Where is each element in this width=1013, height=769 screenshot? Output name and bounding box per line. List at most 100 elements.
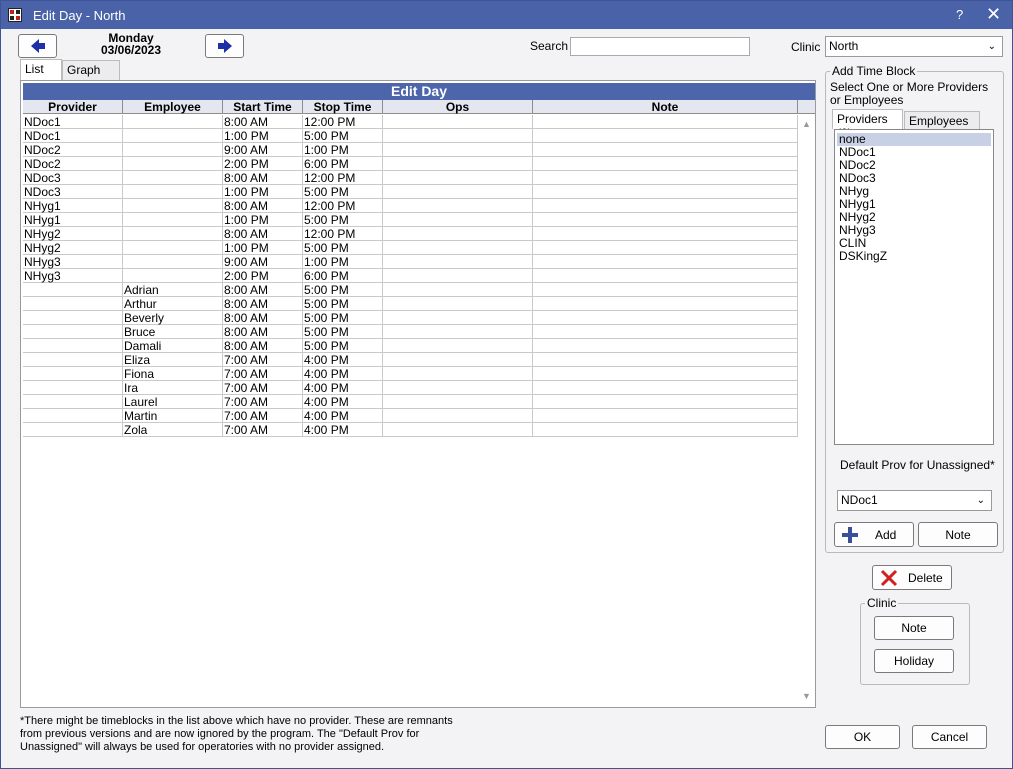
- cell-stop-time: 5:00 PM: [303, 213, 383, 227]
- cancel-button[interactable]: Cancel: [912, 725, 987, 749]
- cell-stop-time: 4:00 PM: [303, 353, 383, 367]
- clinic-note-button[interactable]: Note: [874, 616, 954, 640]
- table-row[interactable]: NDoc3 1:00 PM 5:00 PM: [23, 185, 798, 199]
- cell-note: [533, 185, 798, 199]
- clinic-select[interactable]: North ⌄: [825, 36, 1003, 57]
- table-row[interactable]: Martin 7:00 AM 4:00 PM: [23, 409, 798, 423]
- cell-start-time: 1:00 PM: [223, 241, 303, 255]
- cell-start-time: 8:00 AM: [223, 171, 303, 185]
- add-button-label: Add: [875, 528, 897, 542]
- cell-ops: [383, 381, 533, 395]
- edit-day-window: Edit Day - North ? ✕ Monday 03/06/2023 S…: [0, 0, 1013, 769]
- scroll-up-icon[interactable]: ▲: [802, 119, 811, 129]
- list-item[interactable]: DSKingZ: [837, 250, 991, 263]
- table-row[interactable]: NHyg3 2:00 PM 6:00 PM: [23, 269, 798, 283]
- cell-start-time: 8:00 AM: [223, 339, 303, 353]
- cell-stop-time: 5:00 PM: [303, 185, 383, 199]
- cell-ops: [383, 325, 533, 339]
- provider-listbox[interactable]: none NDoc1 NDoc2 NDoc3 NHyg NHyg1 NHyg2 NHyg3 CL…: [834, 129, 994, 445]
- cell-note: [533, 157, 798, 171]
- table-row[interactable]: NDoc2 9:00 AM 1:00 PM: [23, 143, 798, 157]
- table-row[interactable]: NHyg2 8:00 AM 12:00 PM: [23, 227, 798, 241]
- table-row[interactable]: NDoc1 8:00 AM 12:00 PM: [23, 115, 798, 129]
- grid-scrollbar[interactable]: ▲ ▼: [798, 115, 815, 705]
- cell-employee: [123, 115, 223, 129]
- col-note[interactable]: Note: [533, 100, 798, 114]
- table-row[interactable]: NHyg1 8:00 AM 12:00 PM: [23, 199, 798, 213]
- cell-provider: NHyg3: [23, 255, 123, 269]
- table-row[interactable]: NDoc1 1:00 PM 5:00 PM: [23, 129, 798, 143]
- table-row[interactable]: Damali 8:00 AM 5:00 PM: [23, 339, 798, 353]
- tab-employees[interactable]: Employees (6): [904, 111, 980, 142]
- col-provider[interactable]: Provider: [23, 100, 123, 114]
- cell-stop-time: 12:00 PM: [303, 171, 383, 185]
- table-row[interactable]: Zola 7:00 AM 4:00 PM: [23, 423, 798, 437]
- date-value: 03/06/2023: [100, 43, 162, 57]
- cell-start-time: 2:00 PM: [223, 269, 303, 283]
- cell-provider: NDoc1: [23, 129, 123, 143]
- cell-provider: [23, 311, 123, 325]
- cell-provider: NDoc2: [23, 157, 123, 171]
- close-button[interactable]: ✕: [986, 4, 1001, 25]
- cell-start-time: 8:00 AM: [223, 283, 303, 297]
- table-row[interactable]: Arthur 8:00 AM 5:00 PM: [23, 297, 798, 311]
- table-row[interactable]: Ira 7:00 AM 4:00 PM: [23, 381, 798, 395]
- cell-start-time: 7:00 AM: [223, 353, 303, 367]
- cell-stop-time: 5:00 PM: [303, 129, 383, 143]
- cell-employee: [123, 241, 223, 255]
- previous-day-button[interactable]: [18, 34, 57, 58]
- cell-provider: [23, 367, 123, 381]
- search-input[interactable]: [570, 37, 750, 56]
- next-day-button[interactable]: [205, 34, 244, 58]
- add-button[interactable]: Add: [834, 522, 914, 547]
- delete-button-label: Delete: [908, 571, 943, 585]
- cell-note: [533, 241, 798, 255]
- cell-ops: [383, 227, 533, 241]
- table-row[interactable]: Adrian 8:00 AM 5:00 PM: [23, 283, 798, 297]
- tab-list[interactable]: List: [20, 59, 62, 80]
- help-button[interactable]: ?: [956, 7, 963, 22]
- cell-ops: [383, 213, 533, 227]
- cell-employee: Beverly: [123, 311, 223, 325]
- table-row[interactable]: Bruce 8:00 AM 5:00 PM: [23, 325, 798, 339]
- default-prov-label: Default Prov for Unassigned*: [840, 458, 995, 472]
- tab-graph[interactable]: Graph: [62, 60, 120, 80]
- cell-employee: Zola: [123, 423, 223, 437]
- col-ops[interactable]: Ops: [383, 100, 533, 114]
- cell-note: [533, 143, 798, 157]
- cell-employee: Eliza: [123, 353, 223, 367]
- table-row[interactable]: Fiona 7:00 AM 4:00 PM: [23, 367, 798, 381]
- cell-provider: [23, 381, 123, 395]
- cell-ops: [383, 423, 533, 437]
- table-row[interactable]: NHyg3 9:00 AM 1:00 PM: [23, 255, 798, 269]
- cell-provider: [23, 283, 123, 297]
- tab-providers[interactable]: Providers (0): [832, 109, 903, 140]
- cell-note: [533, 297, 798, 311]
- cell-stop-time: 1:00 PM: [303, 255, 383, 269]
- col-stop-time[interactable]: Stop Time: [303, 100, 383, 114]
- cell-ops: [383, 409, 533, 423]
- scroll-down-icon[interactable]: ▼: [802, 691, 811, 701]
- default-prov-select[interactable]: NDoc1 ⌄: [837, 490, 992, 511]
- table-row[interactable]: NHyg2 1:00 PM 5:00 PM: [23, 241, 798, 255]
- delete-button[interactable]: Delete: [872, 565, 952, 590]
- table-row[interactable]: NDoc2 2:00 PM 6:00 PM: [23, 157, 798, 171]
- table-row[interactable]: NHyg1 1:00 PM 5:00 PM: [23, 213, 798, 227]
- holiday-button[interactable]: Holiday: [874, 649, 954, 673]
- cell-stop-time: 4:00 PM: [303, 395, 383, 409]
- time-block-note-button[interactable]: Note: [918, 522, 998, 547]
- cell-stop-time: 6:00 PM: [303, 269, 383, 283]
- table-row[interactable]: NDoc3 8:00 AM 12:00 PM: [23, 171, 798, 185]
- cell-employee: Adrian: [123, 283, 223, 297]
- window-title: Edit Day - North: [33, 8, 126, 23]
- col-employee[interactable]: Employee: [123, 100, 223, 114]
- ok-button[interactable]: OK: [825, 725, 900, 749]
- cell-ops: [383, 143, 533, 157]
- col-start-time[interactable]: Start Time: [223, 100, 303, 114]
- table-row[interactable]: Laurel 7:00 AM 4:00 PM: [23, 395, 798, 409]
- cell-note: [533, 409, 798, 423]
- table-row[interactable]: Eliza 7:00 AM 4:00 PM: [23, 353, 798, 367]
- table-row[interactable]: Beverly 8:00 AM 5:00 PM: [23, 311, 798, 325]
- cell-note: [533, 423, 798, 437]
- add-time-block-label: Add Time Block: [830, 64, 918, 78]
